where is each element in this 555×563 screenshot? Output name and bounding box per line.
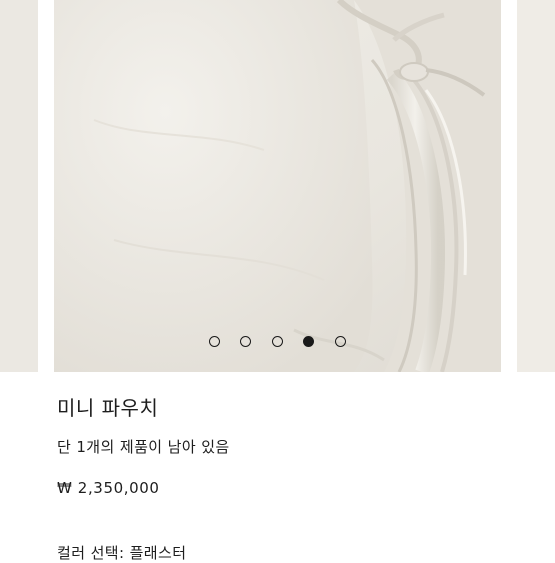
stock-status: 단 1개의 제품이 남아 있음	[57, 438, 230, 456]
next-slide-peek[interactable]	[517, 0, 555, 372]
carousel-dot-5[interactable]	[335, 336, 346, 347]
product-image-carousel[interactable]	[0, 0, 555, 372]
product-price: ₩ 2,350,000	[57, 479, 160, 497]
carousel-pagination	[0, 336, 555, 348]
carousel-dot-3[interactable]	[272, 336, 283, 347]
color-selector[interactable]: 컬러 선택: 플래스터	[57, 542, 186, 563]
previous-slide-peek[interactable]	[0, 0, 38, 372]
carousel-dot-4-active[interactable]	[303, 336, 314, 347]
carousel-dot-2[interactable]	[240, 336, 251, 347]
product-image[interactable]	[54, 0, 501, 372]
pouch-illustration	[54, 0, 501, 372]
product-title: 미니 파우치	[57, 396, 159, 420]
carousel-dot-1[interactable]	[209, 336, 220, 347]
